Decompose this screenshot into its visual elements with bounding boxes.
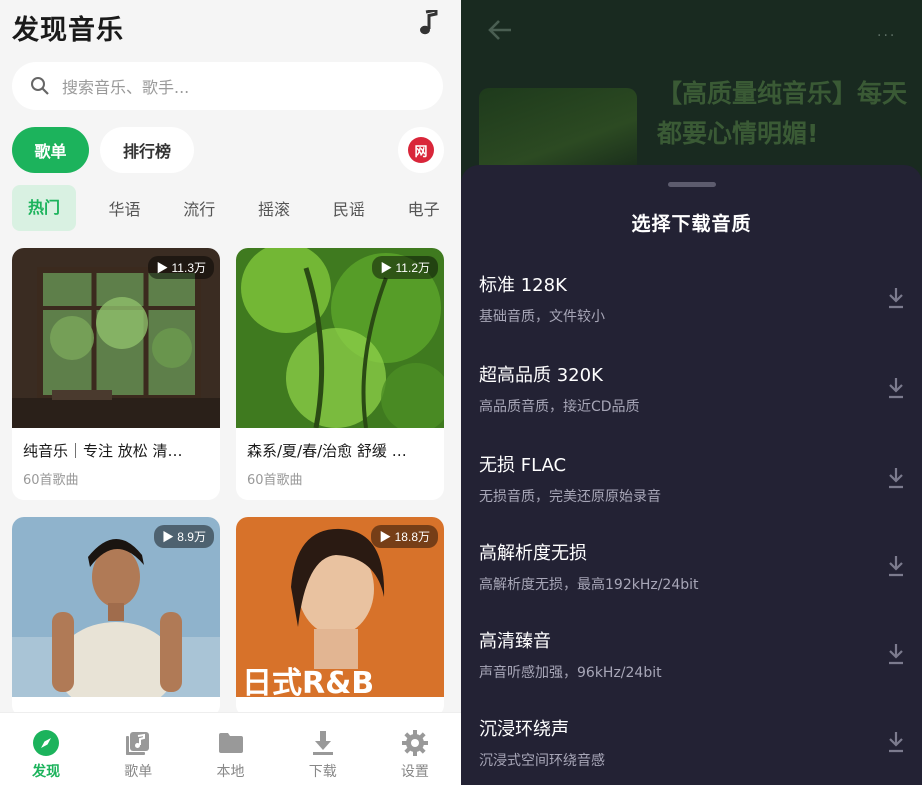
download-icon (312, 731, 333, 755)
quality-option-320k[interactable]: 超高品质 320K 高品质音质，接近CD品质 (461, 361, 922, 441)
netease-source-button[interactable]: 网 (398, 127, 444, 173)
bottom-nav: 发现 歌单 本地 下载 设置 (0, 712, 461, 785)
play-count: ▶ 11.2万 (372, 256, 438, 279)
quality-name: 沉浸环绕声 (479, 719, 569, 740)
nav-discover[interactable]: 发现 (0, 713, 92, 785)
download-icon[interactable] (886, 643, 906, 665)
quality-option-surround[interactable]: 沉浸环绕声 沉浸式空间环绕音感 (461, 715, 922, 785)
sheet-title: 选择下载音质 (631, 213, 752, 235)
quality-name: 高解析度无损 (479, 543, 587, 564)
search-placeholder: 搜索音乐、歌手... (62, 78, 190, 97)
category-rock[interactable]: 摇滚 (237, 196, 312, 220)
playlist-song-count: 60首歌曲 (23, 473, 79, 488)
category-hot[interactable]: 热门 (12, 185, 77, 231)
playlist-title: 纯音乐｜专注 放松 清… (23, 442, 183, 460)
nav-download[interactable]: 下载 (277, 713, 369, 785)
svg-text:日式R&B: 日式R&B (242, 666, 374, 697)
download-quality-sheet: 选择下载音质 标准 128K 基础音质，文件较小 超高品质 320K 高品质音质… (461, 165, 922, 785)
quality-desc: 沉浸式空间环绕音感 (479, 753, 605, 769)
playlist-card[interactable]: 日式R&B ▶ 18.8万 (236, 517, 444, 717)
playlist-detail-screen: ··· 【高质量纯音乐】每天都要心情明媚! 选择下载音质 标准 128K 基础音… (461, 0, 922, 785)
download-icon[interactable] (886, 555, 906, 577)
folder-icon (218, 733, 243, 753)
quality-name: 标准 128K (479, 275, 567, 296)
quality-option-standard[interactable]: 标准 128K 基础音质，文件较小 (461, 271, 922, 351)
download-icon[interactable] (886, 377, 906, 399)
category-pop[interactable]: 流行 (162, 196, 237, 220)
playlist-card[interactable]: ▶ 8.9万 (12, 517, 220, 717)
nav-settings[interactable]: 设置 (369, 713, 461, 785)
playlist-card[interactable]: ▶ 11.2万 森系/夏/春/治愈 舒缓 … 60首歌曲 (236, 248, 444, 500)
discover-screen: 发现音乐 搜索音乐、歌手... 歌单 排行榜 网 热门 华语 流行 摇滚 民谣 … (0, 0, 461, 785)
playlist-cover: ▶ 8.9万 (12, 517, 220, 712)
quality-option-hires[interactable]: 高解析度无损 高解析度无损，最高192kHz/24bit (461, 539, 922, 619)
sheet-drag-handle[interactable] (668, 182, 716, 187)
category-folk[interactable]: 民谣 (311, 196, 386, 220)
playlist-cover: 日式R&B ▶ 18.8万 (236, 517, 444, 701)
play-count: ▶ 8.9万 (153, 525, 214, 548)
quality-desc: 高品质音质，接近CD品质 (479, 399, 640, 415)
page-title: 发现音乐 (12, 15, 124, 46)
nav-playlist[interactable]: 歌单 (92, 713, 184, 785)
download-icon[interactable] (886, 287, 906, 309)
nav-local[interactable]: 本地 (184, 713, 276, 785)
quality-desc: 声音听感加强，96kHz/24bit (479, 665, 662, 681)
nav-label: 下载 (308, 764, 337, 780)
quality-name: 高清臻音 (479, 631, 551, 652)
category-chinese[interactable]: 华语 (87, 196, 162, 220)
category-electronic[interactable]: 电子 (386, 196, 461, 220)
quality-option-hd[interactable]: 高清臻音 声音听感加强，96kHz/24bit (461, 627, 922, 707)
nav-label: 发现 (32, 764, 61, 780)
playlist-card[interactable]: ▶ 11.3万 纯音乐｜专注 放松 清… 60首歌曲 (12, 248, 220, 500)
playlist-cover: ▶ 11.2万 (236, 248, 444, 433)
quality-option-flac[interactable]: 无损 FLAC 无损音质，完美还原原始录音 (461, 451, 922, 531)
more-options-icon[interactable]: ··· (877, 28, 896, 44)
download-icon[interactable] (886, 467, 906, 489)
quality-desc: 高解析度无损，最高192kHz/24bit (479, 577, 699, 593)
nav-label: 设置 (400, 764, 429, 780)
playlist-song-count: 60首歌曲 (247, 473, 303, 488)
netease-icon: 网 (408, 137, 434, 163)
playlist-cover: ▶ 11.3万 (12, 248, 220, 428)
search-icon (31, 77, 49, 95)
search-bar[interactable]: 搜索音乐、歌手... (12, 62, 443, 110)
music-library-icon (126, 732, 150, 755)
quality-name: 无损 FLAC (479, 455, 567, 476)
nav-label: 本地 (216, 764, 245, 780)
quality-desc: 基础音质，文件较小 (479, 309, 605, 325)
category-bar: 热门 华语 流行 摇滚 民谣 电子 (12, 185, 461, 231)
nav-label: 歌单 (124, 764, 153, 780)
quality-desc: 无损音质，完美还原原始录音 (479, 489, 661, 505)
play-count: ▶ 18.8万 (371, 525, 438, 548)
tab-ranking[interactable]: 排行榜 (100, 127, 194, 173)
playlist-title: 森系/夏/春/治愈 舒缓 … (247, 442, 407, 460)
gear-icon (401, 730, 428, 756)
music-note-icon[interactable] (418, 10, 440, 36)
quality-name: 超高品质 320K (479, 365, 603, 386)
playlist-title: 【高质量纯音乐】每天都要心情明媚! (657, 79, 908, 148)
back-arrow-icon[interactable] (487, 18, 513, 42)
compass-icon (33, 730, 60, 756)
download-icon[interactable] (886, 731, 906, 753)
tab-playlist[interactable]: 歌单 (12, 127, 89, 173)
play-count: ▶ 11.3万 (148, 256, 214, 279)
